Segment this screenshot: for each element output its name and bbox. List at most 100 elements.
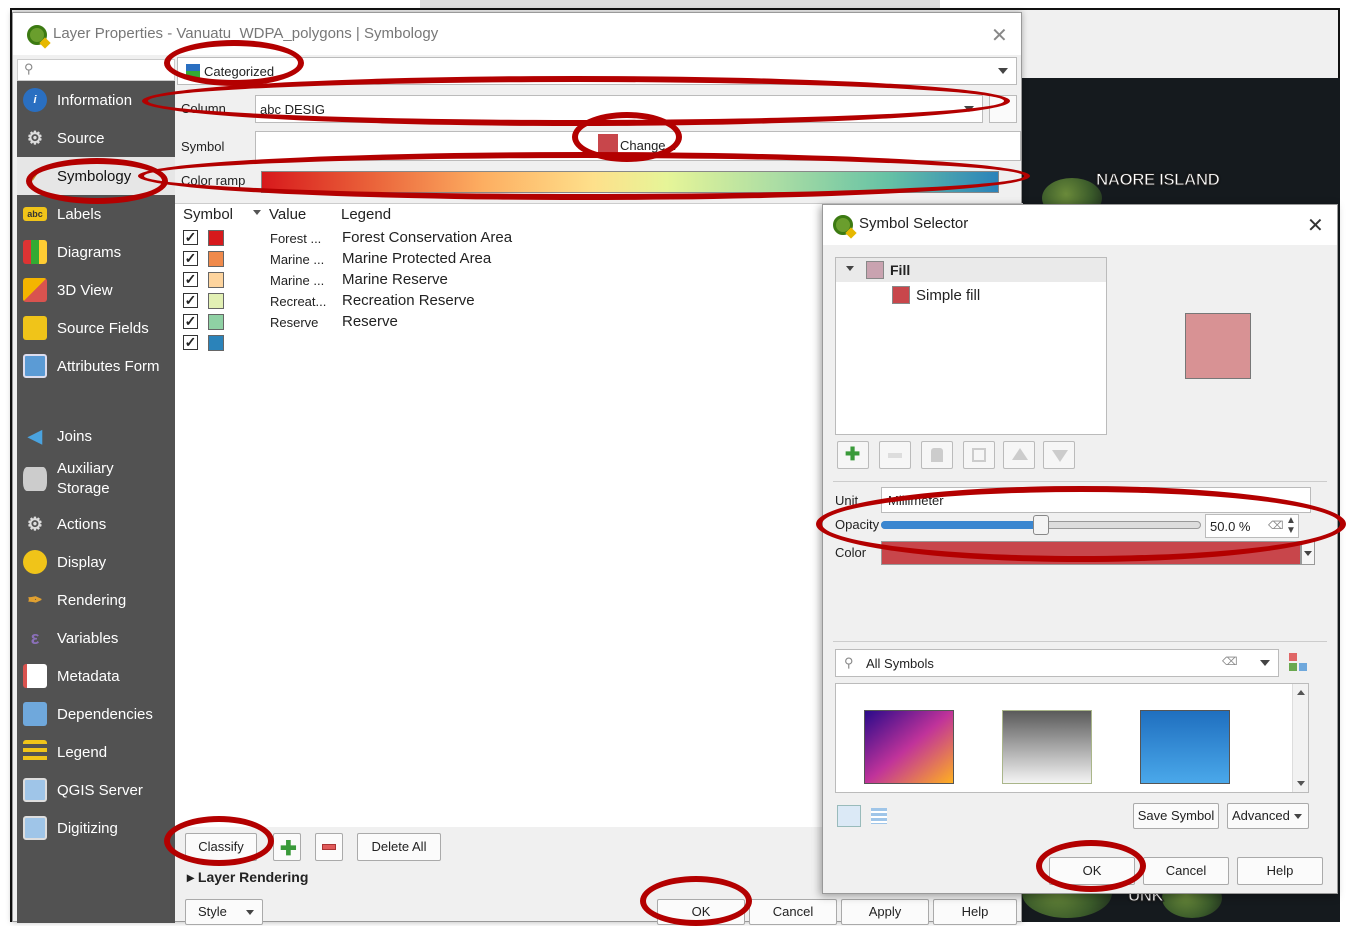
row-checkbox[interactable]: ✓ [183,272,198,287]
sidebar-item-display[interactable]: Display [17,543,175,581]
change-button-label: Change... [620,138,677,153]
actions-icon: ⚙ [26,513,44,534]
unit-combo[interactable]: Millimeter [881,487,1311,513]
sidebar-item-symbology[interactable]: ✓ Symbology [17,157,175,195]
lock-icon [931,448,943,462]
gallery-symbol[interactable] [1002,710,1092,784]
symbol-change-button[interactable]: Change... [255,131,1021,161]
sidebar-item-source-fields[interactable]: Source Fields [17,309,175,347]
sidebar-item-attributes-form[interactable]: Attributes Form [17,347,175,385]
clear-icon[interactable]: ⌫ [1268,519,1284,532]
ss-help-button[interactable]: Help [1237,857,1323,885]
table-row[interactable]: ✓ Recreat... Recreation Reserve [175,291,825,312]
row-checkbox[interactable]: ✓ [183,251,198,266]
unit-label: Unit [835,493,859,508]
column-header-value[interactable]: Value [269,206,306,223]
chevron-down-icon [246,910,254,915]
row-checkbox[interactable]: ✓ [183,230,198,245]
gallery-symbol[interactable] [1140,710,1230,784]
close-icon[interactable]: ✕ [991,23,1008,48]
save-symbol-button[interactable]: Save Symbol [1133,803,1219,829]
info-icon: i [23,88,47,112]
list-view-button[interactable] [869,805,891,827]
sidebar-item-auxiliary-storage[interactable]: Auxiliary Storage [17,457,175,501]
layer-rendering-toggle[interactable]: ▸ Layer Rendering [187,869,308,886]
table-row[interactable]: ✓ Marine ... Marine Reserve [175,270,825,291]
color-menu-button[interactable] [1301,541,1315,565]
add-class-button[interactable]: ✚ [273,833,301,861]
row-symbol-swatch[interactable] [208,335,224,351]
symbol-preview-swatch [598,134,618,154]
gallery-symbol[interactable] [864,710,954,784]
table-row[interactable]: ✓ Forest ... Forest Conservation Area [175,228,825,249]
clear-icon[interactable]: ⌫ [1222,655,1238,668]
sidebar-item-joins[interactable]: ◀ Joins [17,417,175,455]
column-combo[interactable]: abc DESIG [255,95,983,123]
sidebar-item-metadata[interactable]: Metadata [17,657,175,695]
row-value: Marine ... [270,252,325,267]
ss-ok-button[interactable]: OK [1049,857,1135,885]
add-symbol-layer-button[interactable]: ✚ [837,441,869,469]
close-icon[interactable]: ✕ [1307,213,1324,238]
cancel-button[interactable]: Cancel [749,899,837,925]
sidebar-item-labels[interactable]: abc Labels [17,195,175,233]
style-manager-button[interactable] [1287,651,1311,675]
sidebar-item-diagrams[interactable]: Diagrams [17,233,175,271]
gallery-scrollbar[interactable] [1292,684,1308,792]
sidebar-item-source[interactable]: ⚙ Source [17,119,175,157]
symbol-layer-tree[interactable]: Fill Simple fill [835,257,1107,435]
renderer-type-combo[interactable]: Categorized [177,57,1017,85]
scroll-down-icon[interactable] [1297,781,1305,786]
remove-symbol-layer-button[interactable] [879,441,911,469]
tree-item-fill[interactable]: Fill [836,258,1106,282]
symbol-search-combo[interactable]: ⚲ All Symbols ⌫ [835,649,1279,677]
spin-arrows-icon[interactable]: ▲ ▼ [1286,516,1296,536]
move-down-button[interactable] [1043,441,1075,469]
map-label-naore: NAORE ISLAND [1095,170,1220,190]
sidebar-item-information[interactable]: i Information [17,81,175,119]
delete-all-button[interactable]: Delete All [357,833,441,861]
table-row[interactable]: ✓ [175,333,825,354]
opacity-slider-handle[interactable] [1033,515,1049,535]
advanced-menu-button[interactable]: Advanced [1227,803,1309,829]
icon-view-button[interactable] [837,805,861,827]
lock-layer-button[interactable] [921,441,953,469]
sidebar-item-rendering[interactable]: ✒ Rendering [17,581,175,619]
column-header-symbol[interactable]: Symbol [183,206,233,223]
duplicate-layer-button[interactable] [963,441,995,469]
sidebar-item-variables[interactable]: ε Variables [17,619,175,657]
row-symbol-swatch[interactable] [208,272,224,288]
apply-button[interactable]: Apply [841,899,929,925]
sidebar-item-3d-view[interactable]: 3D View [17,271,175,309]
classify-button[interactable]: Classify [185,833,257,861]
sidebar-item-actions[interactable]: ⚙ Actions [17,505,175,543]
row-symbol-swatch[interactable] [208,251,224,267]
row-symbol-swatch[interactable] [208,314,224,330]
row-symbol-swatch[interactable] [208,230,224,246]
row-checkbox[interactable]: ✓ [183,293,198,308]
row-symbol-swatch[interactable] [208,293,224,309]
opacity-spinbox[interactable]: 50.0 % ⌫ ▲ ▼ [1205,514,1299,538]
style-menu-button[interactable]: Style [185,899,263,925]
sidebar-item-digitizing[interactable]: Digitizing [17,809,175,847]
color-ramp-button[interactable] [261,171,999,193]
table-row[interactable]: ✓ Marine ... Marine Protected Area [175,249,825,270]
color-button[interactable] [881,541,1301,565]
row-checkbox[interactable]: ✓ [183,314,198,329]
move-up-button[interactable] [1003,441,1035,469]
tree-item-simple-fill[interactable]: Simple fill [890,284,1090,306]
symbol-gallery[interactable] [835,683,1309,793]
table-row[interactable]: ✓ Reserve Reserve [175,312,825,333]
column-header-legend[interactable]: Legend [341,206,391,223]
scroll-up-icon[interactable] [1297,690,1305,695]
ss-cancel-button[interactable]: Cancel [1143,857,1229,885]
expression-button[interactable] [989,95,1017,123]
sidebar-item-legend[interactable]: Legend [17,733,175,771]
help-button[interactable]: Help [933,899,1017,925]
sidebar-item-dependencies[interactable]: Dependencies [17,695,175,733]
sidebar-item-qgis-server[interactable]: QGIS Server [17,771,175,809]
sidebar-search-input[interactable]: ⚲ [17,59,175,81]
remove-class-button[interactable] [315,833,343,861]
row-checkbox[interactable]: ✓ [183,335,198,350]
ok-button[interactable]: OK [657,899,745,925]
